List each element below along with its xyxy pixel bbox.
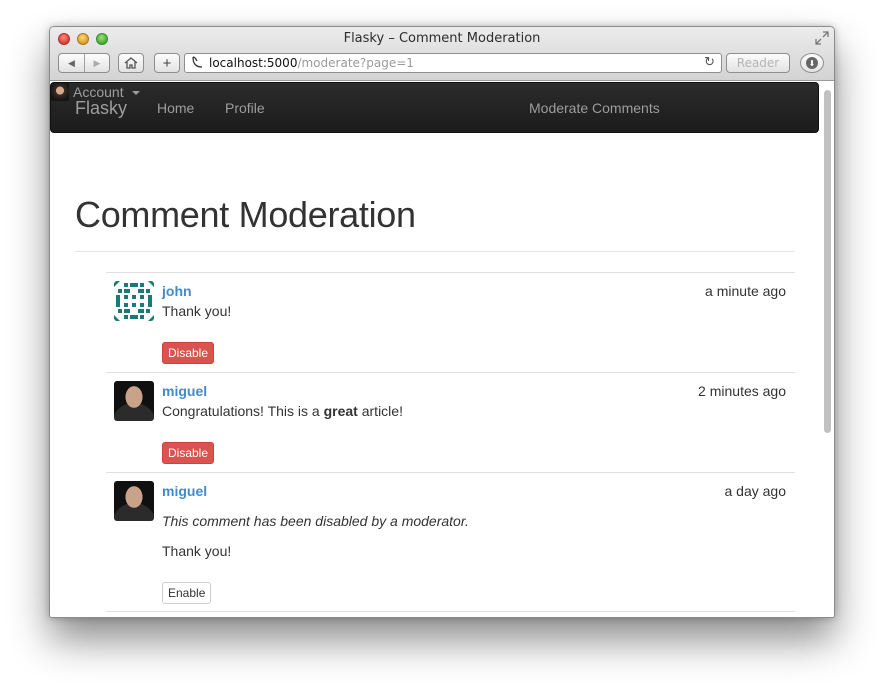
top-navbar: Flasky Home Profile Moderate Comments Ac…	[50, 82, 819, 133]
home-icon	[124, 57, 138, 69]
nav-profile[interactable]: Profile	[225, 100, 265, 116]
back-forward-buttons: ◀ ▶	[58, 53, 110, 73]
page-title: Comment Moderation	[75, 194, 416, 235]
fullscreen-icon[interactable]	[815, 31, 829, 45]
comment-date: a minute ago	[705, 283, 786, 299]
home-button[interactable]	[118, 53, 144, 73]
comment-date: a day ago	[724, 483, 787, 499]
scrollbar-thumb[interactable]	[824, 90, 831, 433]
comment-item: john a minute ago Thank you! Disable	[106, 272, 795, 372]
forward-arrow-icon[interactable]: ▶	[83, 54, 109, 72]
url-path: /moderate?page=1	[297, 56, 414, 70]
add-bookmark-button[interactable]: +	[154, 53, 180, 73]
download-icon: ⬇	[806, 57, 818, 69]
caret-down-icon	[131, 91, 140, 95]
comment-date: 2 minutes ago	[698, 383, 786, 399]
nav-home[interactable]: Home	[157, 100, 194, 116]
reload-icon[interactable]: ↻	[704, 55, 715, 70]
downloads-button[interactable]: ⬇	[800, 53, 824, 73]
comment-body: Thank you!	[162, 543, 232, 559]
title-bar: Flasky – Comment Moderation ◀ ▶ + localh…	[50, 27, 834, 81]
page-content: Flasky Home Profile Moderate Comments Ac…	[50, 82, 834, 617]
comment-body-end: article!	[357, 403, 403, 419]
comment-body: Congratulations! This is a great article…	[162, 403, 403, 419]
browser-window: Flasky – Comment Moderation ◀ ▶ + localh…	[49, 26, 835, 618]
address-bar[interactable]: localhost:5000/moderate?page=1 ↻	[184, 53, 722, 73]
account-dropdown[interactable]: Account	[51, 83, 818, 101]
comment-author[interactable]: john	[162, 283, 192, 299]
identicon-avatar	[114, 281, 154, 321]
comment-list: john a minute ago Thank you! Disable mig…	[106, 272, 795, 612]
enable-comment-button[interactable]: Enable	[162, 582, 212, 604]
comment-body-start: Congratulations! This is a	[162, 403, 324, 419]
disabled-notice: This comment has been disabled by a mode…	[162, 513, 469, 529]
back-arrow-icon[interactable]: ◀	[59, 54, 84, 72]
page-header: Comment Moderation	[75, 194, 795, 252]
comment-author[interactable]: miguel	[162, 383, 207, 399]
comment-item: miguel 2 minutes ago Congratulations! Th…	[106, 372, 795, 472]
site-favicon-icon	[185, 55, 209, 72]
window-title: Flasky – Comment Moderation	[343, 31, 541, 46]
avatar	[51, 83, 69, 101]
disable-comment-button[interactable]: Disable	[162, 442, 215, 464]
url-host: localhost:5000	[209, 56, 298, 70]
reader-button[interactable]: Reader	[726, 53, 790, 73]
user-photo-avatar	[114, 381, 154, 421]
comment-item: miguel a day ago This comment has been d…	[106, 472, 795, 612]
comment-author[interactable]: miguel	[162, 483, 207, 499]
nav-moderate-comments[interactable]: Moderate Comments	[529, 100, 660, 116]
brand-link[interactable]: Flasky	[75, 98, 127, 119]
disable-comment-button[interactable]: Disable	[162, 342, 215, 364]
comment-body-emphasis: great	[323, 403, 358, 419]
comment-body: Thank you!	[162, 303, 232, 319]
user-photo-avatar	[114, 481, 154, 521]
